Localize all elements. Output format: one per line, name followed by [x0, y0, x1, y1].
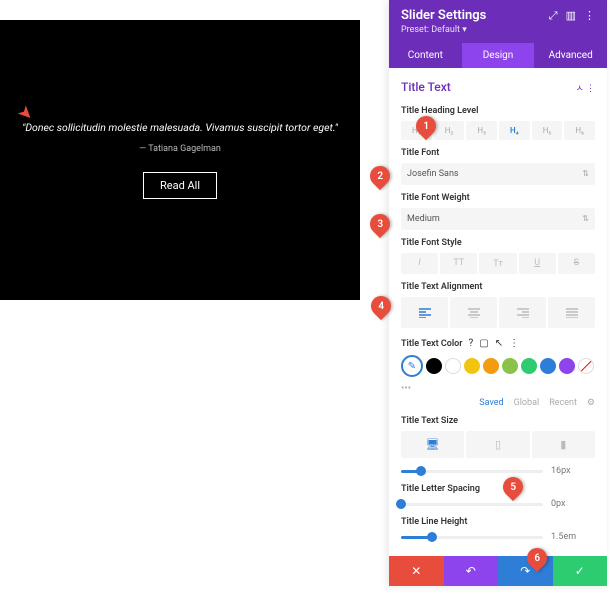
recent-tab[interactable]: Recent	[549, 398, 577, 408]
underline-option[interactable]: U	[519, 253, 556, 274]
device-group: 🖥 ▯ ▮	[401, 431, 595, 458]
swatch-none[interactable]	[578, 358, 594, 374]
weight-select[interactable]: Medium	[401, 208, 595, 230]
undo-button[interactable]: ↶	[444, 556, 499, 586]
size-value[interactable]: 16px	[551, 466, 595, 476]
strike-option[interactable]: S	[558, 253, 595, 274]
tablet-device-icon[interactable]: ▯	[466, 431, 529, 458]
more-options-icon[interactable]: ⋮	[509, 338, 519, 349]
quote-text: "Donec sollicitudin molestie malesuada. …	[22, 121, 338, 134]
eyedropper-icon[interactable]: ✎	[401, 355, 423, 377]
label-heading-level: Title Heading Level	[401, 106, 595, 116]
label-weight: Title Font Weight	[401, 193, 595, 203]
lineheight-value[interactable]: 1.5em	[551, 532, 595, 542]
color-swatches: ✎	[401, 355, 595, 377]
expand-icon[interactable]: ⤢	[549, 9, 558, 23]
layout-icon[interactable]: ▥	[566, 9, 576, 23]
preset-selector[interactable]: Preset: Default ▾	[401, 25, 595, 35]
tab-content[interactable]: Content	[389, 43, 462, 68]
tab-bar: Content Design Advanced	[389, 43, 607, 68]
label-lineheight: Title Line Height	[401, 517, 595, 527]
swatch-white[interactable]	[445, 358, 461, 374]
swatch-lime[interactable]	[521, 358, 537, 374]
swatch-black[interactable]	[426, 358, 442, 374]
label-align: Title Text Alignment	[401, 282, 595, 292]
desktop-icon[interactable]: 🖥	[401, 431, 464, 458]
tab-design[interactable]: Design	[462, 43, 535, 68]
phone-icon[interactable]: ▮	[532, 431, 595, 458]
chevron-up-icon: ㅅ ⋮	[575, 81, 595, 94]
panel-title: Slider Settings	[401, 8, 486, 23]
global-tab[interactable]: Global	[514, 398, 540, 408]
swatch-green[interactable]	[502, 358, 518, 374]
label-style: Title Font Style	[401, 238, 595, 248]
read-all-button[interactable]: Read All	[143, 172, 217, 199]
slider-preview: "Donec sollicitudin molestie malesuada. …	[0, 20, 360, 300]
font-style-group: I TT Tᴛ U S	[401, 253, 595, 274]
font-select[interactable]: Josefin Sans	[401, 163, 595, 185]
save-button[interactable]: ✓	[553, 556, 608, 586]
tab-advanced[interactable]: Advanced	[534, 43, 607, 68]
label-spacing: Title Letter Spacing	[401, 484, 595, 494]
more-swatches[interactable]: •••	[401, 383, 595, 394]
quote-author: — Tatiana Gagelman	[139, 144, 221, 154]
italic-option[interactable]: I	[401, 253, 438, 274]
swatch-yellow[interactable]	[464, 358, 480, 374]
h5-option[interactable]: H₅	[532, 121, 563, 140]
swatch-purple[interactable]	[559, 358, 575, 374]
h4-option[interactable]: H₄	[499, 121, 530, 140]
label-size: Title Text Size	[401, 416, 595, 426]
uppercase-option[interactable]: TT	[440, 253, 477, 274]
panel-footer: ✕ ↶ ↷ ✓	[389, 556, 607, 586]
lineheight-slider[interactable]	[401, 536, 543, 539]
swatch-orange[interactable]	[483, 358, 499, 374]
label-font: Title Font	[401, 148, 595, 158]
align-center-icon[interactable]	[450, 297, 497, 328]
align-right-icon[interactable]	[499, 297, 546, 328]
panel-header: Slider Settings ⤢ ▥ ⋮ Preset: Default ▾	[389, 0, 607, 43]
swatch-blue[interactable]	[540, 358, 556, 374]
h3-option[interactable]: H₃	[466, 121, 497, 140]
help-icon[interactable]: ?	[469, 338, 474, 349]
h2-option[interactable]: H₂	[434, 121, 465, 140]
align-left-icon[interactable]	[401, 297, 448, 328]
size-slider[interactable]	[401, 470, 543, 473]
spacing-slider[interactable]	[401, 503, 543, 506]
label-color: Title Text Color	[401, 339, 463, 349]
align-group	[401, 297, 595, 328]
spacing-value[interactable]: 0px	[551, 499, 595, 509]
tablet-icon[interactable]: ▢	[479, 338, 488, 349]
more-icon[interactable]: ⋮	[584, 9, 595, 23]
section-title-text[interactable]: Title Text ㅅ ⋮	[401, 76, 595, 98]
smallcaps-option[interactable]: Tᴛ	[479, 253, 516, 274]
panel-body: Title Text ㅅ ⋮ Title Heading Level H₁ H₂…	[389, 68, 607, 556]
gear-icon[interactable]: ⚙	[587, 398, 595, 408]
h6-option[interactable]: H₆	[564, 121, 595, 140]
hover-icon[interactable]: ↖	[495, 338, 503, 349]
settings-panel: Slider Settings ⤢ ▥ ⋮ Preset: Default ▾ …	[389, 0, 607, 586]
align-justify-icon[interactable]	[548, 297, 595, 328]
cancel-button[interactable]: ✕	[389, 556, 444, 586]
saved-tab[interactable]: Saved	[479, 398, 503, 408]
